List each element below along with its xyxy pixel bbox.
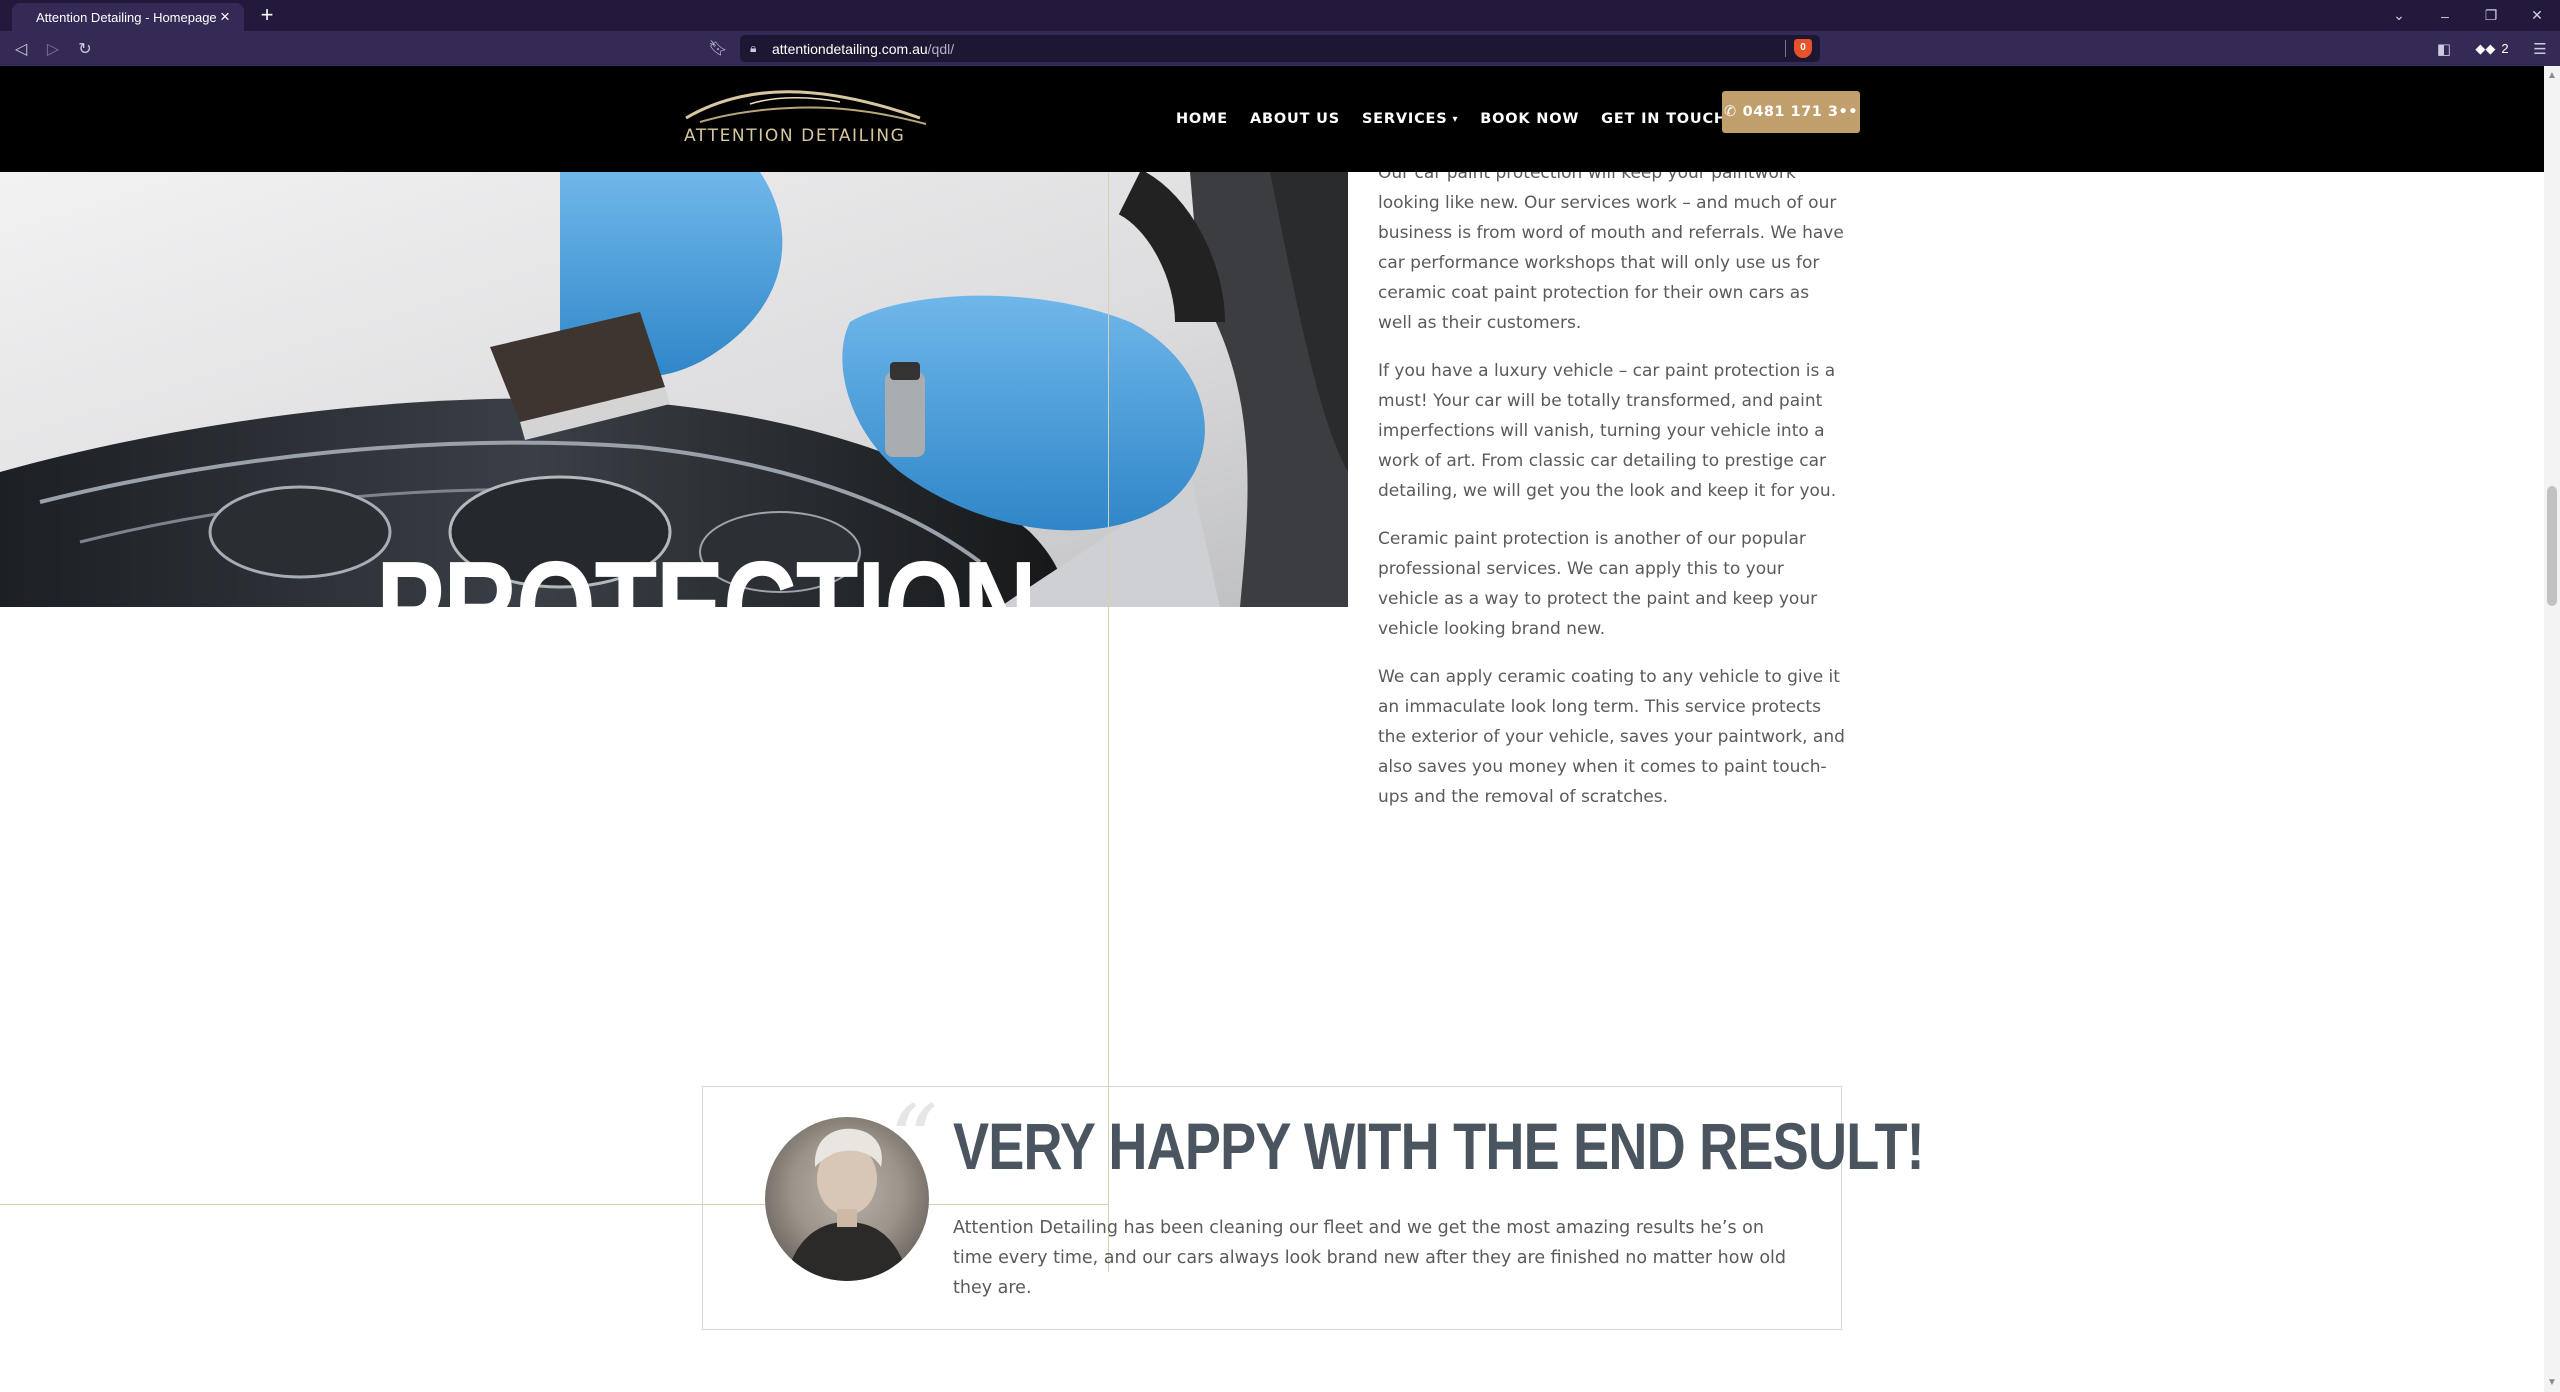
nav-label: SERVICES: [1361, 111, 1448, 127]
testimonial-title: VERY HAPPY WITH THE END RESULT!: [953, 1109, 1925, 1183]
menu-icon[interactable]: ☰: [2520, 31, 2560, 66]
service-description: Our car paint protection will keep your …: [1378, 158, 1848, 830]
browser-toolbar: ◁ ▷ ↻ 🔖︎ 🔒︎ attentiondetailing.com.au /q…: [0, 31, 2560, 66]
restore-icon[interactable]: ❐: [2468, 0, 2514, 31]
hero-photo: PROTECTION: [0, 172, 1348, 607]
wallet-icon: ◆◆: [2475, 40, 2496, 56]
testimonial-card: “ VERY HAPPY WITH THE END RESULT! Attent…: [702, 1085, 1925, 1330]
url-path: /qdl/: [927, 40, 955, 57]
nav-label: HOME: [1176, 111, 1228, 127]
reload-icon[interactable]: ↻: [72, 36, 98, 62]
url-host: attentiondetailing.com.au: [772, 40, 928, 57]
scrollbar-thumb[interactable]: [2547, 486, 2557, 606]
site-logo[interactable]: ATTENTION DETAILING: [680, 88, 930, 158]
testimonial-body: Attention Detailing has been cleaning ou…: [953, 1218, 1787, 1298]
nav-item-services[interactable]: SERVICES ▾: [1362, 111, 1458, 127]
minimize-icon[interactable]: –: [2422, 0, 2468, 31]
nav-label: BOOK NOW: [1480, 111, 1580, 127]
wallet-count: 2: [2501, 41, 2509, 56]
window-controls: ⌄ – ❐ ✕: [2376, 0, 2560, 31]
lock-icon: 🔒︎: [750, 41, 757, 55]
address-bar[interactable]: 🔒︎ attentiondetailing.com.au /qdl/ 0: [740, 35, 1820, 62]
new-tab-icon[interactable]: +: [255, 3, 279, 27]
browser-tab-bar: Attention Detailing - Homepage × + ⌄ – ❐…: [0, 0, 2560, 31]
nav-item-about-us[interactable]: ABOUT US: [1250, 111, 1340, 127]
phone-label: 0481 171 3••: [1742, 104, 1858, 120]
sidebar-icon[interactable]: ◧: [2424, 31, 2464, 66]
forward-icon[interactable]: ▷: [40, 36, 66, 62]
scroll-down-icon[interactable]: ▼: [2547, 1377, 2557, 1388]
phone-icon: ✆: [1723, 104, 1737, 120]
wallet-button[interactable]: ◆◆ 2: [2464, 31, 2520, 66]
logo-text: ATTENTION DETAILING: [684, 126, 906, 146]
tab-close-icon[interactable]: ×: [216, 7, 234, 27]
paragraph: We can apply ceramic coating to any vehi…: [1378, 667, 1845, 807]
page-scrollbar[interactable]: [2544, 66, 2560, 1392]
chevron-down-icon: ▾: [1452, 113, 1459, 125]
tab-search-icon[interactable]: ⌄: [2376, 0, 2422, 31]
car-logo-icon: [685, 90, 927, 125]
bookmark-icon[interactable]: 🔖︎: [708, 37, 728, 59]
phone-button[interactable]: ✆ 0481 171 3••: [1722, 91, 1860, 133]
hero-overlay-word: PROTECTION: [376, 542, 1037, 608]
nav-item-get-in-touch[interactable]: GET IN TOUCH: [1601, 111, 1727, 127]
browser-tab[interactable]: Attention Detailing - Homepage ×: [12, 3, 244, 31]
nav-label: GET IN TOUCH: [1601, 111, 1727, 127]
site-header: ATTENTION DETAILING HOME ABOUT US SERVIC…: [0, 66, 2544, 172]
nav-label: ABOUT US: [1250, 111, 1340, 127]
nav-item-book-now[interactable]: BOOK NOW: [1480, 111, 1579, 127]
close-window-icon[interactable]: ✕: [2514, 0, 2560, 31]
main-nav: HOME ABOUT US SERVICES ▾ BOOK NOW GET IN …: [1176, 66, 1749, 172]
back-icon[interactable]: ◁: [8, 36, 34, 62]
toolbar-right: ◧ ◆◆ 2 ☰: [2424, 31, 2560, 66]
paragraph: If you have a luxury vehicle – car paint…: [1378, 361, 1837, 501]
nav-item-home[interactable]: HOME: [1176, 111, 1228, 127]
paragraph: Ceramic paint protection is another of o…: [1378, 529, 1818, 639]
page-viewport: ATTENTION DETAILING HOME ABOUT US SERVIC…: [0, 66, 2544, 1392]
quote-icon: “: [889, 1085, 939, 1197]
url-separator: [1785, 40, 1786, 57]
tab-title: Attention Detailing - Homepage: [36, 9, 216, 25]
scroll-up-icon[interactable]: ▲: [2547, 70, 2557, 81]
brave-shield-icon[interactable]: 0: [1794, 39, 1812, 58]
paragraph: Our car paint protection will keep your …: [1378, 163, 1844, 333]
